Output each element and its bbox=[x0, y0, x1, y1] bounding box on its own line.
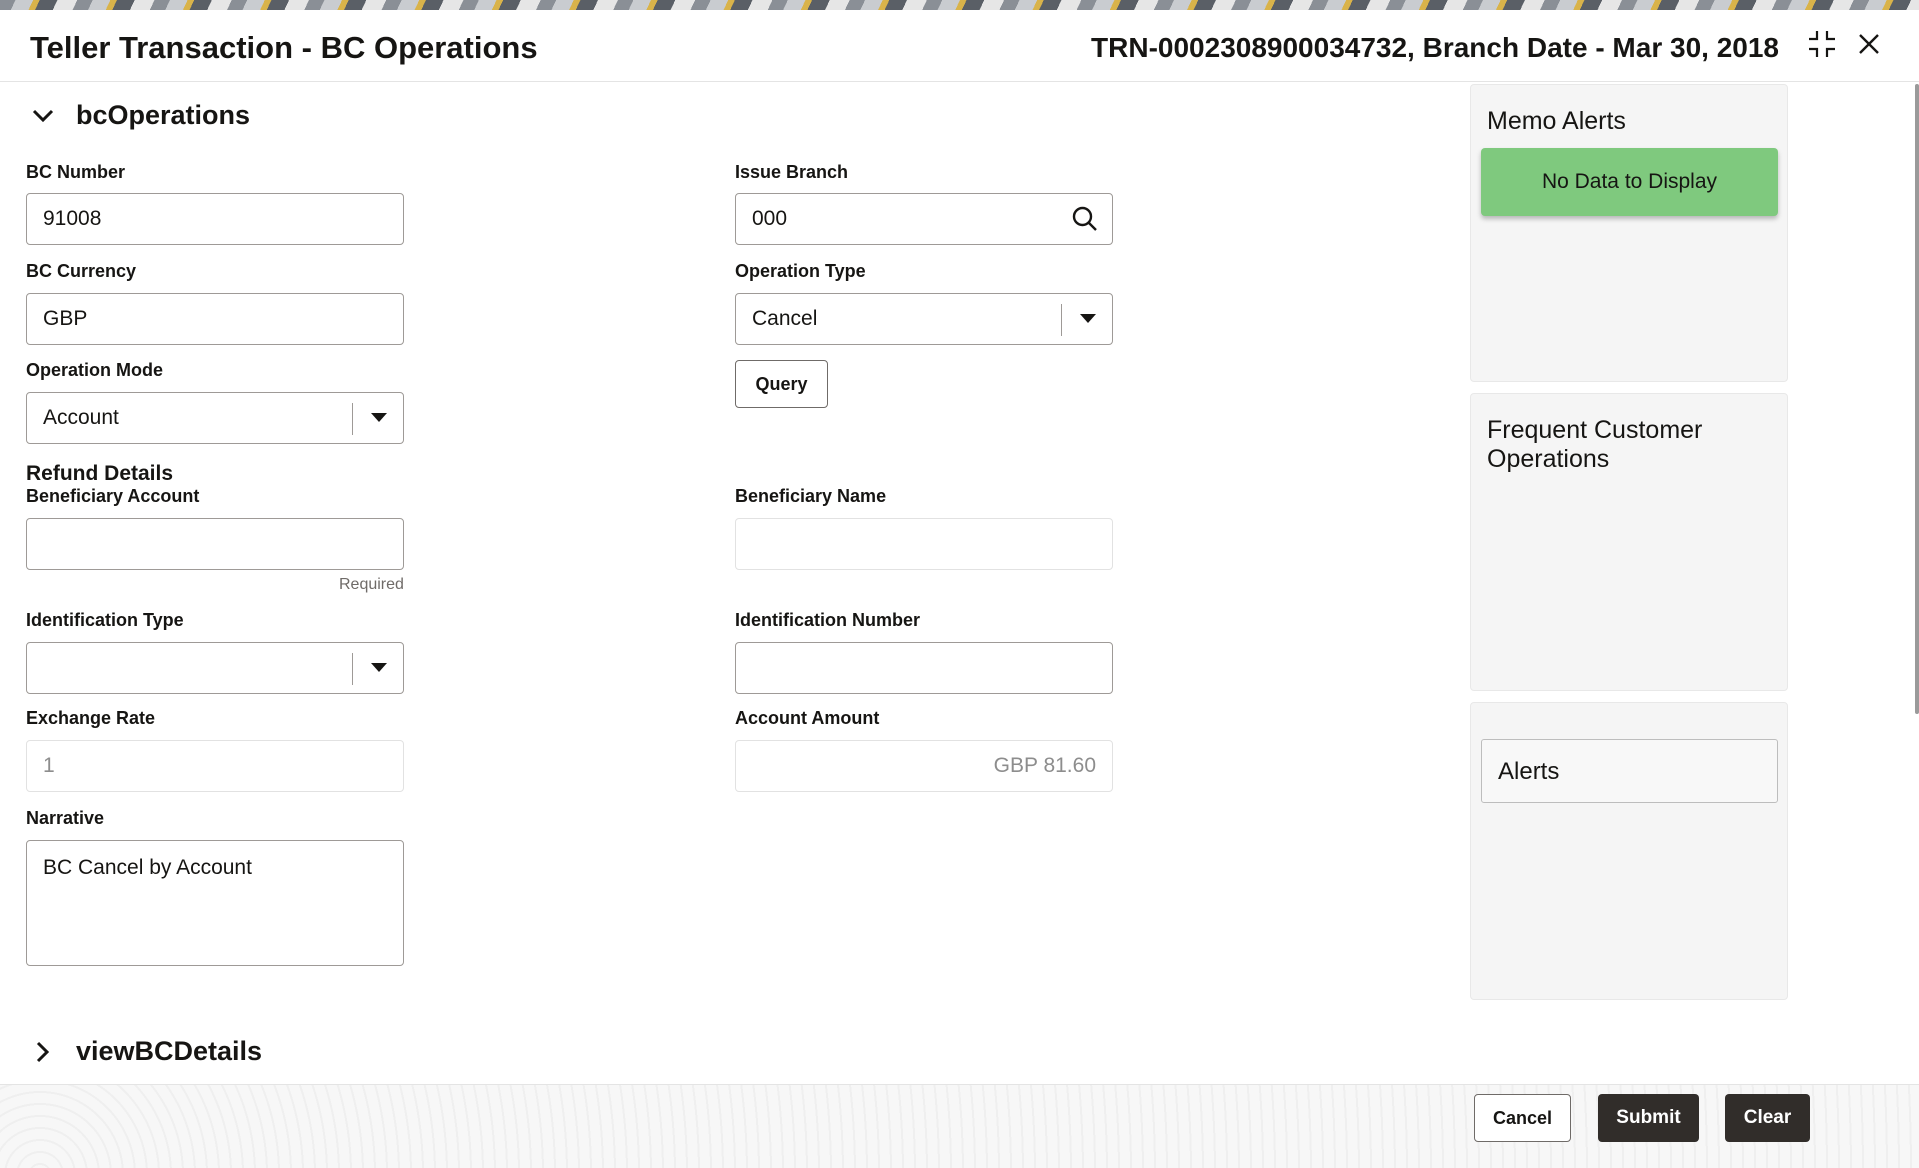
page-title: Teller Transaction - BC Operations bbox=[30, 30, 538, 65]
select-divider bbox=[1061, 304, 1062, 336]
section-title: viewBCDetails bbox=[76, 1036, 263, 1066]
frequent-operations-panel: Frequent Customer Operations bbox=[1470, 393, 1788, 691]
account-amount-input bbox=[735, 740, 1113, 792]
identification-type-label: Identification Type bbox=[26, 610, 184, 630]
refund-details-heading: Refund Details bbox=[26, 462, 174, 485]
caret-down-icon bbox=[371, 663, 387, 672]
no-data-banner: No Data to Display bbox=[1481, 148, 1778, 216]
clear-button[interactable]: Clear bbox=[1725, 1094, 1810, 1142]
beneficiary-account-label: Beneficiary Account bbox=[26, 486, 200, 506]
identification-number-label: Identification Number bbox=[735, 610, 921, 630]
search-icon[interactable] bbox=[1065, 199, 1105, 239]
bc-number-label: BC Number bbox=[26, 162, 126, 182]
operation-mode-select[interactable]: Account bbox=[26, 392, 404, 444]
account-amount-label: Account Amount bbox=[735, 708, 880, 728]
issue-branch-label: Issue Branch bbox=[735, 162, 849, 182]
issue-branch-input[interactable] bbox=[735, 193, 1113, 245]
submit-button[interactable]: Submit bbox=[1598, 1094, 1699, 1142]
caret-down-icon bbox=[371, 413, 387, 422]
narrative-textarea[interactable]: BC Cancel by Account bbox=[26, 840, 404, 966]
top-decorative-strip bbox=[0, 0, 1919, 10]
section-bcoperations[interactable]: bcOperations bbox=[28, 100, 250, 131]
chevron-down-icon bbox=[28, 101, 58, 131]
narrative-label: Narrative bbox=[26, 808, 105, 828]
bc-currency-input[interactable] bbox=[26, 293, 404, 345]
operation-mode-label: Operation Mode bbox=[26, 360, 164, 380]
memo-alerts-title: Memo Alerts bbox=[1487, 107, 1626, 135]
required-hint: Required bbox=[339, 576, 404, 593]
chevron-right-icon bbox=[28, 1037, 58, 1067]
memo-alerts-panel: Memo Alerts No Data to Display bbox=[1470, 84, 1788, 382]
identification-type-select[interactable] bbox=[26, 642, 404, 694]
operation-type-select[interactable]: Cancel bbox=[735, 293, 1113, 345]
operation-type-value: Cancel bbox=[752, 307, 818, 330]
bc-number-input[interactable] bbox=[26, 193, 404, 245]
exchange-rate-label: Exchange Rate bbox=[26, 708, 156, 728]
identification-number-input[interactable] bbox=[735, 642, 1113, 694]
alerts-panel: Alerts bbox=[1470, 702, 1788, 1000]
caret-down-icon bbox=[1080, 314, 1096, 323]
beneficiary-name-label: Beneficiary Name bbox=[735, 486, 887, 506]
beneficiary-name-input bbox=[735, 518, 1113, 570]
transaction-info: TRN-0002308900034732, Branch Date - Mar … bbox=[1091, 32, 1779, 63]
frequent-operations-title: Frequent Customer Operations bbox=[1487, 416, 1703, 473]
scrollbar[interactable] bbox=[1915, 84, 1919, 714]
operation-type-label: Operation Type bbox=[735, 261, 866, 281]
footer-bar: Cancel Submit Clear bbox=[0, 1084, 1919, 1168]
alerts-item[interactable]: Alerts bbox=[1481, 739, 1778, 803]
operation-mode-value: Account bbox=[43, 406, 119, 429]
query-button[interactable]: Query bbox=[735, 360, 828, 408]
section-title: bcOperations bbox=[76, 100, 251, 130]
collapse-icon[interactable] bbox=[1800, 22, 1844, 66]
section-viewbcdetails[interactable]: viewBCDetails bbox=[28, 1036, 262, 1067]
select-divider bbox=[352, 403, 353, 435]
close-icon[interactable] bbox=[1847, 22, 1891, 66]
cancel-button[interactable]: Cancel bbox=[1474, 1094, 1571, 1142]
select-divider bbox=[352, 653, 353, 685]
bc-currency-label: BC Currency bbox=[26, 261, 137, 281]
beneficiary-account-input[interactable] bbox=[26, 518, 404, 570]
window-header: Teller Transaction - BC Operations TRN-0… bbox=[0, 10, 1919, 82]
exchange-rate-input bbox=[26, 740, 404, 792]
